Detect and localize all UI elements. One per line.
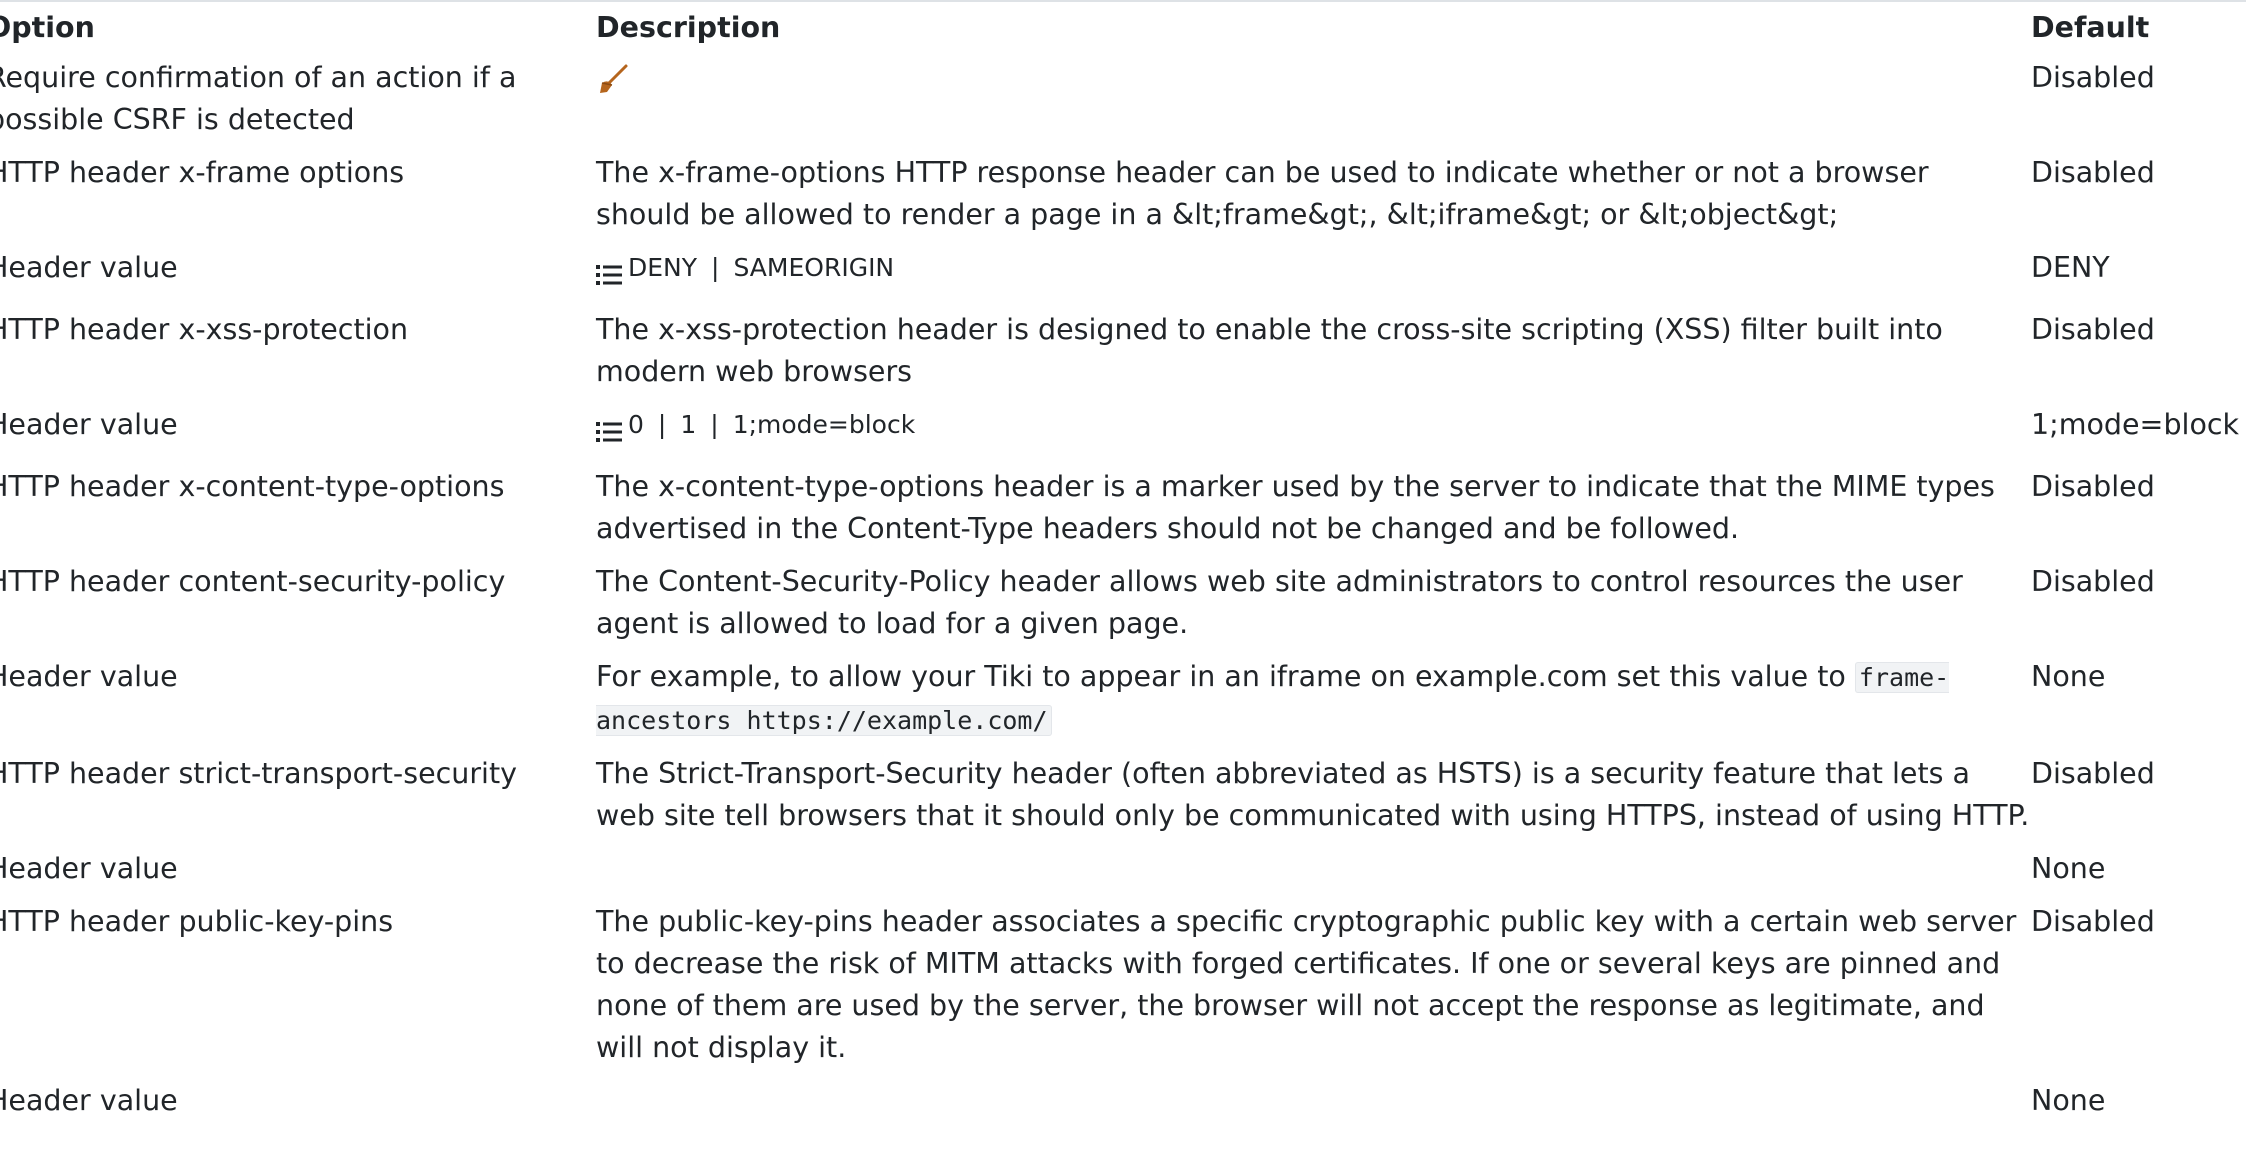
option-default: None <box>2031 1084 2106 1117</box>
broom-icon <box>596 63 630 97</box>
table-row: HTTP header x-content-type-options The x… <box>0 466 2246 561</box>
option-values: 0 | 1 | 1;mode=block <box>596 404 2031 466</box>
column-header-default: Default <box>2031 11 2150 44</box>
option-default: Disabled <box>2031 470 2155 503</box>
table-row: HTTP header public-key-pins The public-k… <box>0 901 2246 1080</box>
option-name: HTTP header x-frame options <box>0 156 405 189</box>
option-default: None <box>2031 852 2106 885</box>
option-description <box>596 57 2031 152</box>
column-header-option: Option <box>0 11 95 44</box>
option-name: HTTP header x-xss-protection <box>0 313 409 346</box>
table-row: Require confirmation of an action if a p… <box>0 57 2246 152</box>
option-default: Disabled <box>2031 156 2155 189</box>
table-header-row: Option Description Default <box>0 7 2246 57</box>
option-default: Disabled <box>2031 757 2155 790</box>
option-value-item: 1 <box>680 410 697 439</box>
option-value-item: SAMEORIGIN <box>733 253 895 282</box>
option-default: Disabled <box>2031 905 2155 938</box>
option-default: Disabled <box>2031 313 2155 346</box>
table-row: Header value <box>0 247 2246 309</box>
option-description <box>596 848 2031 901</box>
option-description: The Content-Security-Policy header allow… <box>596 565 1963 640</box>
option-description-text: For example, to allow your Tiki to appea… <box>596 660 1846 693</box>
option-description: The Strict-Transport-Security header (of… <box>596 757 2030 832</box>
option-description: For example, to allow your Tiki to appea… <box>596 656 2031 753</box>
option-value-item: DENY <box>628 253 698 282</box>
list-icon <box>596 414 622 442</box>
list-icon <box>596 257 622 285</box>
option-name: Header value <box>0 251 178 284</box>
option-default: DENY <box>2031 251 2110 284</box>
option-description: The public-key-pins header associates a … <box>596 905 2017 1064</box>
option-name: Header value <box>0 1084 178 1117</box>
option-name: HTTP header x-content-type-options <box>0 470 505 503</box>
option-value-item: 1;mode=block <box>732 410 916 439</box>
option-default: None <box>2031 660 2106 693</box>
table-row: HTTP header strict-transport-security Th… <box>0 753 2246 848</box>
option-default: Disabled <box>2031 565 2155 598</box>
table-row: Header value For example, to allow your … <box>0 656 2246 753</box>
option-default: 1;mode=block <box>2031 408 2240 441</box>
table-row: HTTP header x-xss-protection The x-xss-p… <box>0 309 2246 404</box>
column-header-description: Description <box>596 11 781 44</box>
table-row: HTTP header x-frame options The x-frame-… <box>0 152 2246 247</box>
option-value-item: 0 <box>628 410 644 439</box>
option-default: Disabled <box>2031 61 2155 94</box>
option-description: The x-frame-options HTTP response header… <box>596 156 1929 231</box>
option-description: The x-content-type-options header is a m… <box>596 470 1995 545</box>
option-values: DENY | SAMEORIGIN <box>596 247 2031 309</box>
preferences-table: Option Description Default Require confi… <box>0 7 2246 1133</box>
top-divider <box>0 0 2246 2</box>
table-row: HTTP header content-security-policy The … <box>0 561 2246 656</box>
table-row: Header value None <box>0 848 2246 901</box>
option-name: HTTP header strict-transport-security <box>0 757 518 790</box>
option-name: Require confirmation of an action if a p… <box>0 61 517 136</box>
option-name: Header value <box>0 660 178 693</box>
option-description: The x-xss-protection header is designed … <box>596 313 1943 388</box>
option-name: Header value <box>0 408 178 441</box>
option-name: HTTP header public-key-pins <box>0 905 394 938</box>
preferences-page: Option Description Default Require confi… <box>0 0 2246 1152</box>
option-value-separator: | <box>657 410 667 439</box>
option-description <box>596 1080 2031 1133</box>
table-row: Header value None <box>0 1080 2246 1133</box>
table-row: Header value <box>0 404 2246 466</box>
option-value-separator: | <box>710 410 719 439</box>
option-name: HTTP header content-security-policy <box>0 565 506 598</box>
option-value-separator: | <box>711 253 720 282</box>
option-name: Header value <box>0 852 178 885</box>
